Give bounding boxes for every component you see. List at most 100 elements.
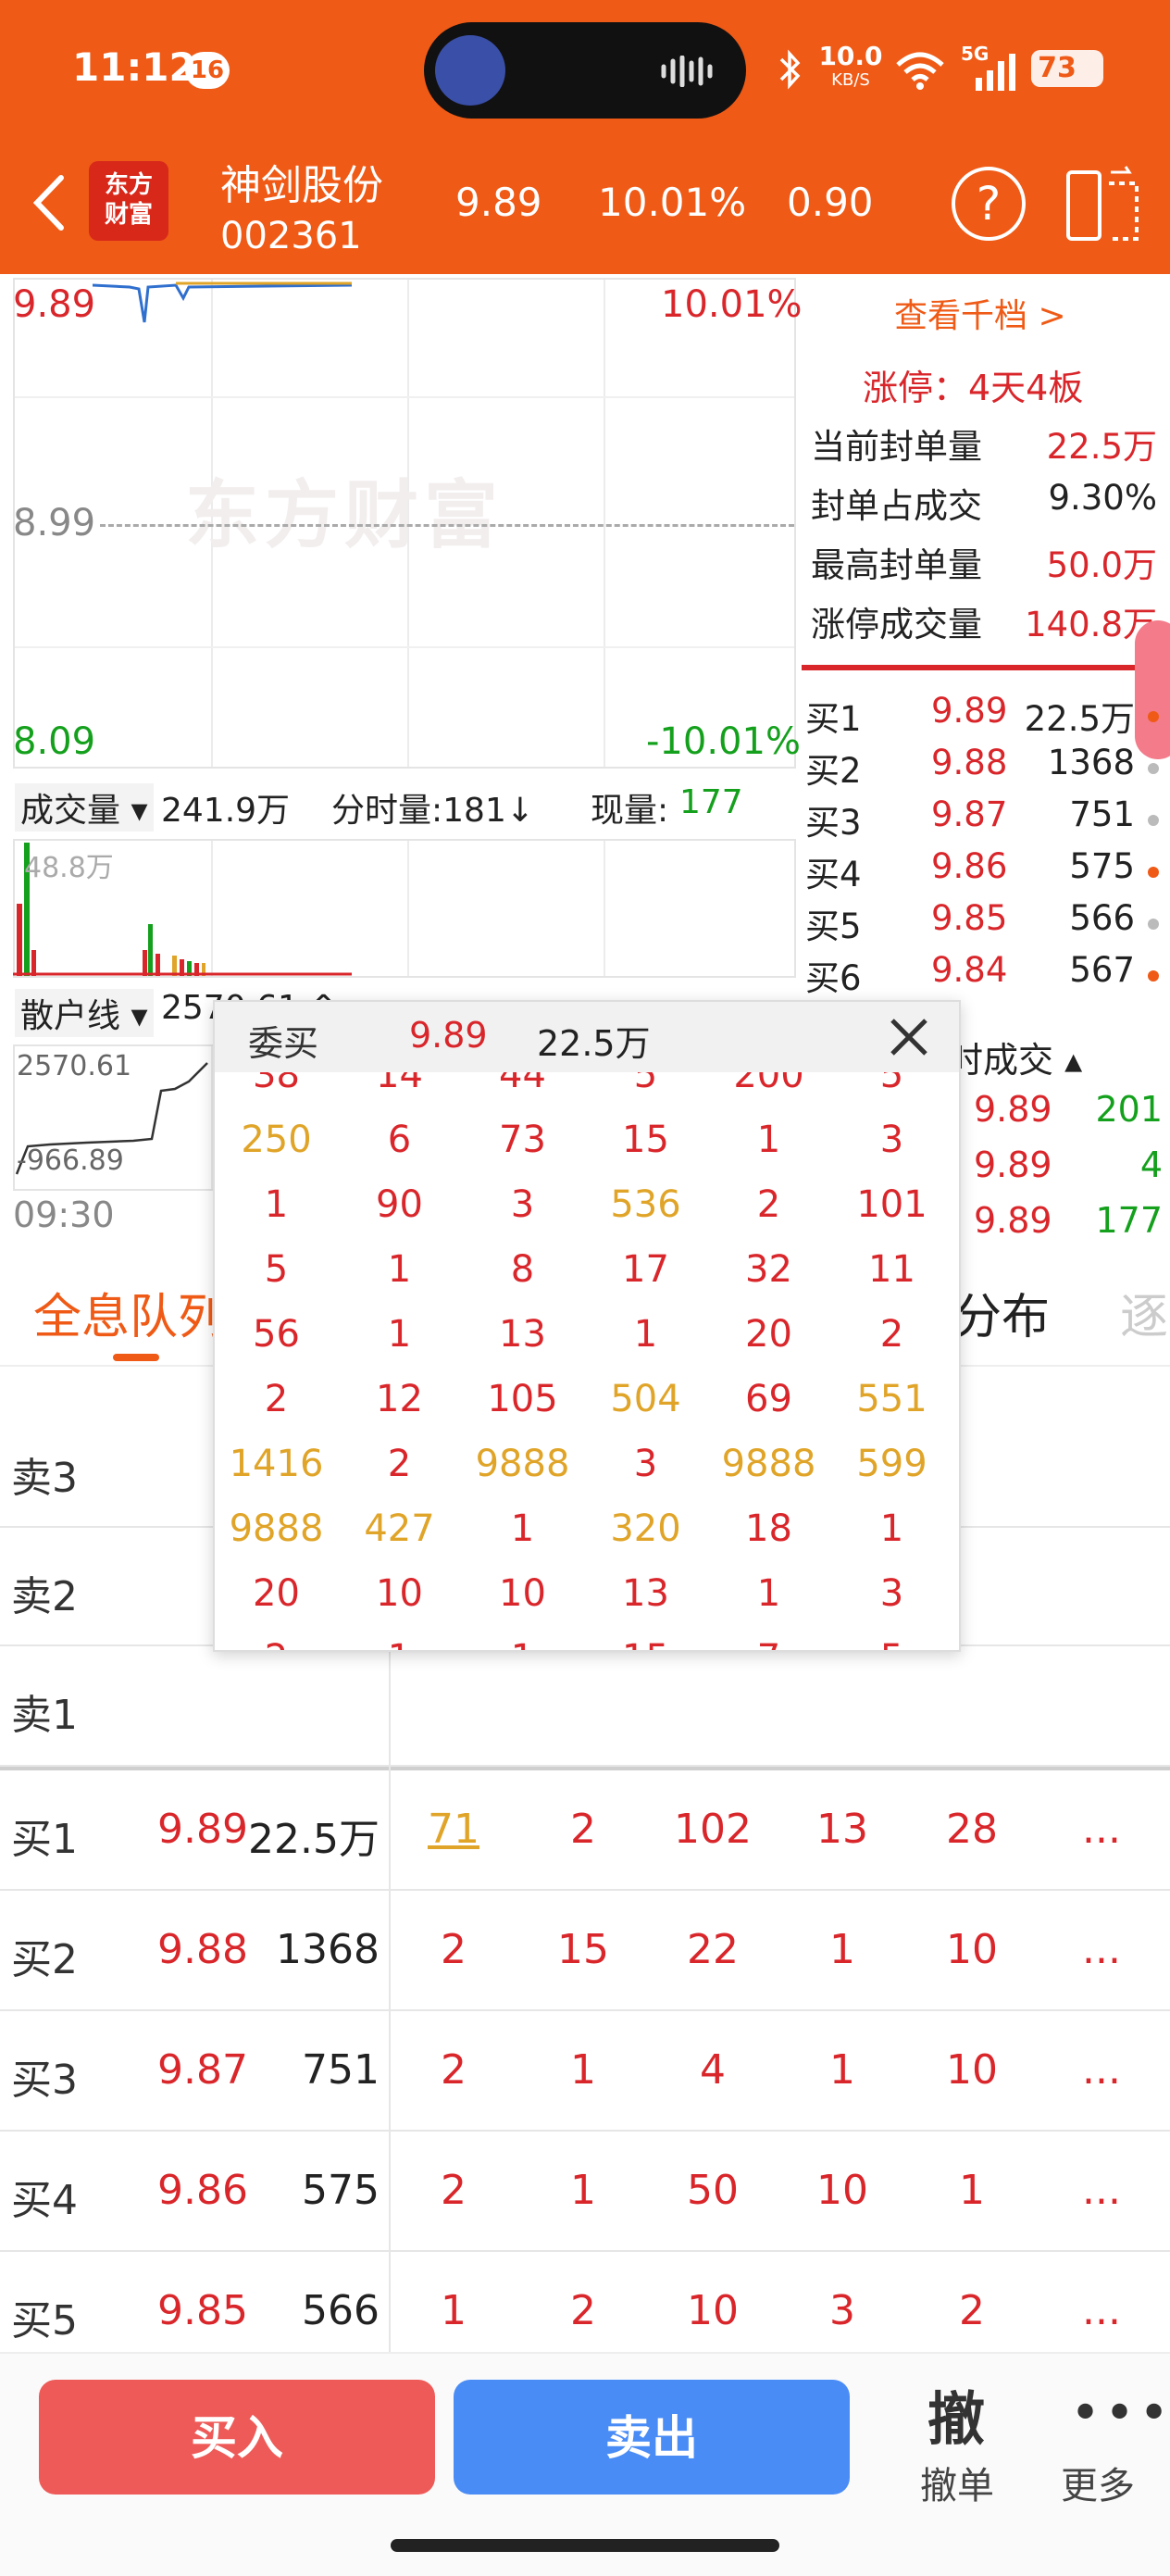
buy-queue-row[interactable]: 买3 9.87 751 2 1 4 1 10 ...: [0, 2011, 1170, 2132]
buy-queue-row[interactable]: 买5 9.85 566 1 2 10 3 2 ...: [0, 2252, 1170, 2352]
popup-row: 5 1 8 17 32 11: [215, 1232, 959, 1296]
popup-order-cell: 17: [622, 1248, 669, 1291]
island-app-icon: [435, 35, 505, 106]
popup-order-cell: 2: [879, 1313, 904, 1356]
popup-order-cell: 599: [856, 1443, 927, 1485]
popup-row: 1416 2 9888 3 9888 599: [215, 1426, 959, 1491]
tab-distribution[interactable]: 分布: [953, 1278, 1050, 1347]
popup-order-cell: 1: [510, 1507, 535, 1550]
popup-order-cell: 15: [622, 1119, 669, 1161]
timed-trades-toggle[interactable]: 时成交 ▴: [948, 1032, 1082, 1082]
queue-cell: 1: [570, 2046, 596, 2094]
queue-cell: 1: [959, 2167, 985, 2214]
popup-order-cell: 1: [338, 1637, 461, 1650]
popup-header: 委买 9.89 22.5万: [215, 1002, 959, 1072]
popup-order-cell: 69: [745, 1378, 792, 1420]
battery-level: 73: [1031, 50, 1083, 87]
popup-order-cell: 1: [264, 1183, 289, 1226]
order-dot-icon: [1148, 763, 1159, 774]
chart-top-price: 9.89: [13, 283, 96, 326]
popup-order-cell: 10: [499, 1572, 546, 1615]
home-indicator[interactable]: [391, 2539, 779, 2552]
limit-up-streak: 涨停：4天4板: [863, 368, 1084, 408]
popup-order-cell: 2: [264, 1378, 289, 1420]
popup-row: 2 12 105 504 69 551: [215, 1361, 959, 1426]
queue-cell: 10: [687, 2287, 739, 2334]
bid-level-row: 买6 9.84 567: [805, 950, 1170, 1002]
popup-order-cell: 3: [633, 1443, 658, 1485]
tab-full-queue[interactable]: 全息队列: [33, 1278, 226, 1347]
queue-more[interactable]: ...: [1055, 2046, 1148, 2094]
queue-cell: 1: [570, 2167, 596, 2214]
retail-low: -966.89: [17, 1144, 124, 1177]
grid-line: [407, 841, 409, 976]
cell-signal-icon: [976, 54, 1015, 91]
buy-queue-row[interactable]: 买2 9.88 1368 2 15 22 1 10 ...: [0, 1891, 1170, 2011]
popup-order-cell: 1: [879, 1507, 904, 1550]
bid-level-row: 买2 9.88 1368: [805, 743, 1170, 794]
retail-high: 2570.61: [17, 1050, 132, 1082]
back-arrow-icon[interactable]: [22, 170, 78, 235]
cancel-order-icon[interactable]: 撤: [927, 2372, 985, 2456]
queue-cell: 15: [557, 1926, 609, 1973]
queue-cell: 2: [570, 2287, 596, 2334]
queue-more[interactable]: ...: [1055, 2167, 1148, 2214]
popup-order-cell: 8: [510, 1248, 535, 1291]
popup-order-cell: 3: [510, 1183, 535, 1226]
cancel-order-label[interactable]: 撤单: [920, 2456, 994, 2509]
queue-cell: 10: [816, 2167, 868, 2214]
buy-queue-row[interactable]: 买4 9.86 575 2 1 50 10 1 ...: [0, 2132, 1170, 2252]
grid-line: [604, 280, 605, 767]
more-icon[interactable]: •••: [1070, 2383, 1170, 2444]
status-time: 11:12: [72, 44, 196, 90]
popup-order-cell: 5: [830, 1637, 953, 1650]
popup-order-cell: 10: [376, 1572, 423, 1615]
queue-cell: 10: [946, 2046, 998, 2094]
queue-cell: 1: [441, 2287, 467, 2334]
sell-level-row[interactable]: 卖1: [0, 1646, 1170, 1767]
queue-cell: 22: [687, 1926, 739, 1973]
tick-volume: 分时量:181↓: [331, 792, 535, 830]
retail-indicator-select[interactable]: 散户线 ▾: [15, 989, 154, 1037]
queue-cell[interactable]: 71: [407, 1806, 500, 1853]
queue-cell: 2: [441, 2046, 467, 2094]
chart-top-percent: 10.01%: [661, 283, 803, 326]
queue-more[interactable]: ...: [1055, 1806, 1148, 1853]
tab-tick-by-tick[interactable]: 逐: [1120, 1278, 1168, 1347]
popup-order-cell: 504: [610, 1378, 681, 1420]
queue-more[interactable]: ...: [1055, 2287, 1148, 2334]
popup-order-cell: 9888: [475, 1443, 570, 1485]
queue-cell: 2: [441, 2167, 467, 2214]
app-logo: 东方 财富: [89, 161, 168, 241]
popup-order-cell: 2: [387, 1443, 412, 1485]
queue-cell: 1: [829, 1926, 855, 1973]
order-dot-icon: [1148, 815, 1159, 826]
popup-order-cell: 20: [745, 1313, 792, 1356]
buy-queue-row[interactable]: 买1 9.89 22.5万 71 2 102 13 28 ...: [0, 1770, 1170, 1891]
queue-more[interactable]: ...: [1055, 1926, 1148, 1973]
popup-row: 56 1 13 1 20 2: [215, 1296, 959, 1361]
landscape-toggle-icon[interactable]: [1064, 165, 1144, 244]
volume-indicator-select[interactable]: 成交量 ▾: [15, 783, 154, 832]
popup-order-cell: 73: [499, 1119, 546, 1161]
close-icon[interactable]: [883, 1011, 935, 1063]
help-icon[interactable]: ?: [952, 167, 1026, 241]
popup-order-cell: 2: [756, 1183, 781, 1226]
more-label[interactable]: 更多: [1061, 2456, 1135, 2509]
bid-level-row: 买4 9.86 575: [805, 846, 1170, 898]
volume-total: 241.9万: [161, 792, 291, 830]
header-percent: 10.01%: [598, 180, 747, 225]
popup-order-cell: 11: [868, 1248, 915, 1291]
view-thousand-levels-link[interactable]: 查看千档 >: [894, 289, 1066, 337]
queue-cell: 102: [674, 1806, 752, 1853]
popup-order-cell: 6: [387, 1119, 412, 1161]
bid-queue-popup[interactable]: 38 14 44 5 200 5 250 6 73 15 1 3 1 90 3 536 2 101 5 1 8 17 32 1…: [213, 1000, 961, 1652]
queue-cell: 2: [959, 2287, 985, 2334]
buy-button[interactable]: 买入: [39, 2380, 435, 2495]
net-speed: 10.0 KB/S: [818, 41, 883, 91]
popup-order-cell: 7: [707, 1637, 830, 1650]
sell-button[interactable]: 卖出: [454, 2380, 850, 2495]
popup-order-cell: 32: [745, 1248, 792, 1291]
stock-code: 002361: [220, 215, 362, 257]
popup-row: 20 10 10 13 1 3: [215, 1556, 959, 1620]
